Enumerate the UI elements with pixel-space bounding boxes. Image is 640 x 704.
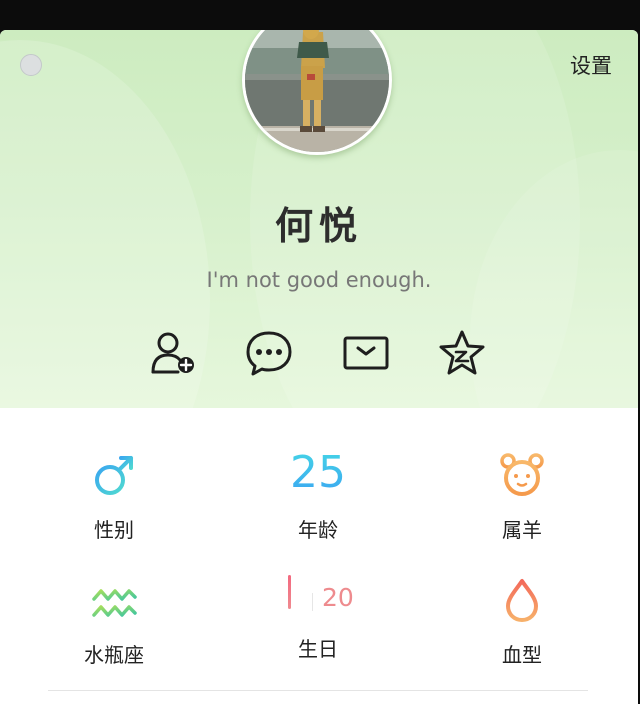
add-friend-button[interactable] — [148, 328, 198, 378]
constellation-item: 水瓶座 — [24, 563, 204, 683]
profile-info-grid: 性别 25 年龄 属羊 水瓶座 20 生日 血型 — [0, 408, 638, 668]
profile-header: 设置 何悦 I'm not good enough. — [0, 30, 638, 408]
profile-window: 设置 何悦 I'm not good enough. 性别 25 年龄 属羊 水… — [0, 30, 638, 704]
window-close-button[interactable] — [20, 54, 42, 76]
profile-name: 何悦 — [274, 204, 363, 248]
gender-label: 性别 — [94, 518, 134, 542]
male-symbol-icon — [95, 456, 133, 495]
age-value: 25 — [290, 447, 346, 498]
chat-button[interactable] — [244, 328, 294, 378]
constellation-label: 水瓶座 — [84, 643, 144, 667]
blood-type-item: 血型 — [432, 563, 612, 683]
action-bar — [0, 328, 638, 378]
birthday-item: 20 生日 — [228, 563, 408, 683]
zodiac-label: 属羊 — [502, 518, 542, 542]
sheep-icon — [500, 453, 544, 496]
profile-signature: I'm not good enough. — [206, 268, 432, 292]
aquarius-icon — [92, 589, 137, 617]
birthday-label: 生日 — [298, 637, 338, 661]
mail-icon — [343, 336, 389, 370]
favorite-button[interactable] — [437, 328, 487, 378]
star-icon — [439, 330, 485, 375]
birthday-day: 20 — [322, 583, 354, 612]
settings-button[interactable]: 设置 — [570, 50, 612, 80]
zodiac-item: 属羊 — [432, 438, 612, 558]
blood-drop-icon — [506, 579, 538, 622]
age-label: 年龄 — [298, 518, 338, 542]
age-item: 25 年龄 — [228, 438, 408, 558]
add-friend-icon — [151, 332, 194, 374]
gender-item: 性别 — [24, 438, 204, 558]
birthday-calendar-icon: 20 — [278, 567, 358, 623]
mail-button[interactable] — [341, 328, 391, 378]
blood-type-label: 血型 — [502, 643, 542, 667]
chat-bubble-icon — [246, 331, 292, 376]
divider — [48, 690, 588, 691]
